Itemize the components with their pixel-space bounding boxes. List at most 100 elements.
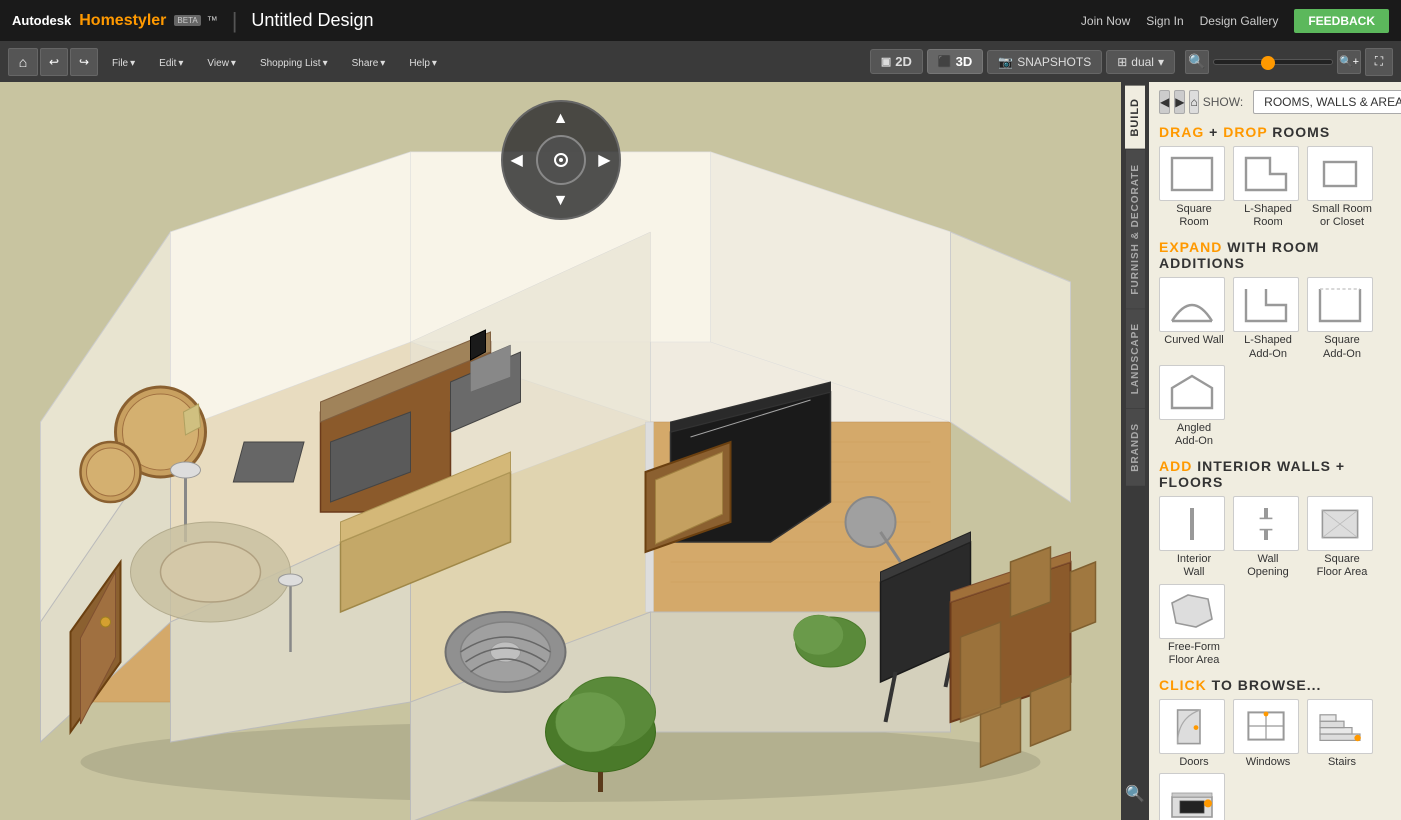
- nav-right-button[interactable]: ▶: [598, 150, 610, 170]
- panel-nav: ◀ ▶ ⌂ SHOW: ROOMS, WALLS & AREAS FLOORS …: [1159, 90, 1391, 114]
- 3d-icon: ⬛: [938, 55, 952, 68]
- interior-wall-label: InteriorWall: [1159, 553, 1229, 579]
- browse-section-title: CLICK TO BROWSE...: [1159, 677, 1391, 693]
- view-toggle: ▣ 2D ⬛ 3D 📷 SNAPSHOTS ⊞ dual ▾: [870, 49, 1175, 74]
- stairs-item[interactable]: Stairs: [1307, 699, 1377, 769]
- freeform-floor-item[interactable]: Free-FormFloor Area: [1159, 584, 1229, 667]
- angled-addon-icon: [1159, 365, 1225, 420]
- 2d-button[interactable]: ▣ 2D: [870, 49, 923, 74]
- tab-brands[interactable]: BRANDS: [1126, 409, 1145, 486]
- tab-build[interactable]: BUILD: [1125, 86, 1145, 149]
- redo-button[interactable]: ↪: [70, 48, 98, 76]
- right-panel: BUILD FURNISH & DECORATE LANDSCAPE BRAND…: [1121, 82, 1401, 820]
- shopping-list-menu[interactable]: Shopping List▾: [248, 48, 338, 75]
- fireplaces-icon: [1159, 773, 1225, 820]
- freeform-floor-icon: [1159, 584, 1225, 639]
- interior-wall-item[interactable]: InteriorWall: [1159, 496, 1229, 579]
- zoom-in-button[interactable]: 🔍+: [1337, 50, 1361, 74]
- square-floor-label: SquareFloor Area: [1307, 553, 1377, 579]
- nav-up-button[interactable]: ▲: [553, 110, 569, 128]
- logo: Autodesk Homestyler BETA ™: [12, 12, 218, 30]
- help-menu[interactable]: Help▾: [397, 48, 447, 75]
- curved-wall-item[interactable]: Curved Wall: [1159, 277, 1229, 360]
- additions-grid: Curved Wall L-ShapedAdd-On: [1159, 277, 1391, 448]
- square-addon-icon: [1307, 277, 1373, 332]
- panel-home-button[interactable]: ⌂: [1189, 90, 1198, 114]
- browse-grid: Doors Windows: [1159, 699, 1391, 820]
- file-menu[interactable]: File▾: [100, 48, 145, 75]
- camera-icon: 📷: [998, 55, 1013, 69]
- square-addon-label: SquareAdd-On: [1307, 334, 1377, 360]
- tab-furnish[interactable]: FURNISH & DECORATE: [1126, 150, 1145, 309]
- show-label: SHOW:: [1203, 95, 1243, 109]
- zoom-out-button[interactable]: 🔍: [1185, 50, 1209, 74]
- share-menu[interactable]: Share▾: [340, 48, 396, 75]
- curved-wall-label: Curved Wall: [1159, 334, 1229, 347]
- nav-ring[interactable]: ◀ ▶ ▲ ▼: [501, 100, 621, 220]
- panel-forward-button[interactable]: ▶: [1174, 90, 1185, 114]
- home-button[interactable]: ⌂: [8, 48, 38, 76]
- snapshots-button[interactable]: 📷 SNAPSHOTS: [987, 50, 1102, 74]
- dual-button[interactable]: ⊞ dual ▾: [1106, 50, 1175, 74]
- title-separator: |: [232, 8, 238, 34]
- interior-walls-section-title: ADD INTERIOR WALLS + FLOORS: [1159, 458, 1391, 490]
- square-floor-icon: [1307, 496, 1373, 551]
- dual-icon: ⊞: [1117, 55, 1127, 69]
- tab-strip: BUILD FURNISH & DECORATE LANDSCAPE BRAND…: [1121, 82, 1149, 820]
- panel-back-button[interactable]: ◀: [1159, 90, 1170, 114]
- wall-opening-item[interactable]: WallOpening: [1233, 496, 1303, 579]
- beta-badge: BETA: [174, 15, 200, 26]
- zoom-area: 🔍 🔍+ ⛶: [1185, 48, 1393, 76]
- square-room-item[interactable]: SquareRoom: [1159, 146, 1229, 229]
- trademark: ™: [207, 15, 218, 27]
- search-tab[interactable]: 🔍: [1117, 776, 1153, 812]
- top-links: Join Now Sign In Design Gallery FEEDBACK: [1081, 9, 1389, 33]
- windows-label: Windows: [1233, 756, 1303, 769]
- square-addon-item[interactable]: SquareAdd-On: [1307, 277, 1377, 360]
- nav-left-button[interactable]: ◀: [511, 150, 523, 170]
- small-room-icon: [1307, 146, 1373, 201]
- interior-wall-icon: [1159, 496, 1225, 551]
- angled-addon-item[interactable]: AngledAdd-On: [1159, 365, 1229, 448]
- wall-opening-label: WallOpening: [1233, 553, 1303, 579]
- walls-floors-grid: InteriorWall WallOpening: [1159, 496, 1391, 667]
- l-shaped-room-icon: [1233, 146, 1299, 201]
- square-room-icon: [1159, 146, 1225, 201]
- doors-item[interactable]: Doors: [1159, 699, 1229, 769]
- doors-label: Doors: [1159, 756, 1229, 769]
- nav-controls: ◀ ▶ ▲ ▼: [501, 100, 621, 220]
- design-gallery-link[interactable]: Design Gallery: [1200, 14, 1279, 28]
- l-shaped-room-item[interactable]: L-ShapedRoom: [1233, 146, 1303, 229]
- sign-in-link[interactable]: Sign In: [1146, 14, 1183, 28]
- windows-item[interactable]: Windows: [1233, 699, 1303, 769]
- stairs-label: Stairs: [1307, 756, 1377, 769]
- zoom-slider[interactable]: [1213, 59, 1333, 65]
- nav-center-button[interactable]: [536, 135, 586, 185]
- panel-content: ◀ ▶ ⌂ SHOW: ROOMS, WALLS & AREAS FLOORS …: [1149, 82, 1401, 820]
- fireplaces-item[interactable]: Fireplaces: [1159, 773, 1229, 820]
- zoom-handle[interactable]: [1261, 56, 1275, 70]
- canvas-area[interactable]: ◀ ▶ ▲ ▼: [0, 82, 1121, 820]
- feedback-button[interactable]: FEEDBACK: [1294, 9, 1389, 33]
- undo-button[interactable]: ↩: [40, 48, 68, 76]
- show-dropdown[interactable]: ROOMS, WALLS & AREAS FLOORS WALLS ROOMS: [1253, 90, 1401, 114]
- view-menu[interactable]: View▾: [195, 48, 246, 75]
- fullscreen-button[interactable]: ⛶: [1365, 48, 1393, 76]
- l-shaped-addon-item[interactable]: L-ShapedAdd-On: [1233, 277, 1303, 360]
- 3d-button[interactable]: ⬛ 3D: [927, 49, 983, 74]
- curved-wall-icon: [1159, 277, 1225, 332]
- nav-down-button[interactable]: ▼: [553, 192, 569, 210]
- join-now-link[interactable]: Join Now: [1081, 14, 1130, 28]
- small-room-item[interactable]: Small Roomor Closet: [1307, 146, 1377, 229]
- main-content: ◀ ▶ ▲ ▼ BUILD FURNISH & DECOR: [0, 82, 1401, 820]
- square-floor-item[interactable]: SquareFloor Area: [1307, 496, 1377, 579]
- homestyler-product: Homestyler: [79, 12, 166, 30]
- menubar: ⌂ ↩ ↪ File▾ Edit▾ View▾ Shopping List▾ S…: [0, 41, 1401, 82]
- l-shaped-room-label: L-ShapedRoom: [1233, 203, 1303, 229]
- project-title[interactable]: Untitled Design: [251, 10, 373, 31]
- tab-landscape[interactable]: LANDSCAPE: [1126, 309, 1145, 408]
- l-shaped-addon-label: L-ShapedAdd-On: [1233, 334, 1303, 360]
- edit-menu[interactable]: Edit▾: [147, 48, 193, 75]
- stairs-icon: [1307, 699, 1373, 754]
- angled-addon-label: AngledAdd-On: [1159, 422, 1229, 448]
